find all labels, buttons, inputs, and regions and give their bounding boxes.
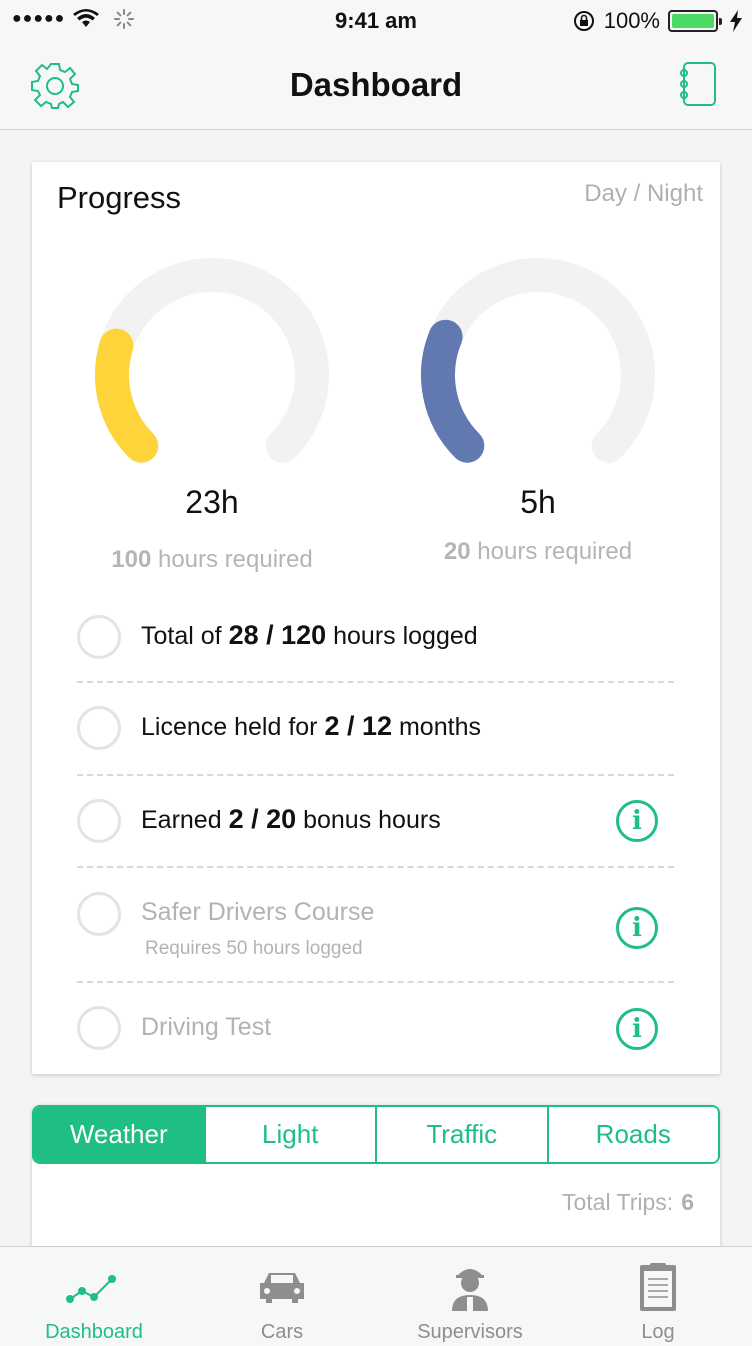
total-trips-value: 6 [681,1189,694,1215]
supervisor-icon [452,1269,488,1311]
tab-bar: Dashboard Cars Supervisors Log [0,1246,752,1346]
tab-label: Supervisors [417,1321,523,1343]
charging-bolt-icon [730,10,742,32]
progress-card: Progress Day / Night 23h 5h 100 hours re… [32,162,720,1074]
day-night-toggle[interactable]: Day / Night [584,180,703,208]
night-hours-value: 5h [520,484,556,520]
status-right: 100% [572,8,742,34]
clipboard-icon [640,1263,676,1311]
page-title: Dashboard [289,66,463,103]
night-hours-gauge [421,258,655,463]
gauge-progress [421,319,485,463]
rotation-lock-icon [573,11,594,31]
tab-cars[interactable]: Cars [188,1247,376,1346]
tab-log[interactable]: Log [564,1247,752,1346]
checklist-text: Earned 2 / 20 bonus hours [141,804,441,834]
status-bar: ●●●●● 9:41 am 100% [0,0,752,40]
total-trips-label: Total Trips: [561,1189,674,1215]
night-hours-required: 20 hours required [408,538,668,566]
navigation-bar: Dashboard [0,40,752,130]
segment-weather[interactable]: Weather [34,1107,204,1162]
gauge-progress [95,328,159,463]
tab-supervisors[interactable]: Supervisors [376,1247,564,1346]
segment-traffic[interactable]: Traffic [375,1107,547,1162]
day-hours-gauge [95,258,329,463]
tab-label: Log [641,1321,675,1343]
checkbox-circle[interactable] [77,892,121,936]
night-required-number: 20 [443,538,471,565]
checklist-text: Licence held for 2 / 12 months [141,711,481,741]
total-trips: Total Trips: 6 [562,1189,694,1216]
checkbox-circle[interactable] [77,1006,121,1050]
info-icon[interactable]: i [616,1008,658,1050]
info-icon[interactable]: i [616,907,658,949]
progress-title: Progress [57,180,182,215]
checklist-item-bonus-hours: Earned 2 / 20 bonus hours i [77,776,674,868]
checklist-text: Safer Drivers Course [141,898,375,926]
night-required-text: hours required [477,538,633,565]
tab-dashboard[interactable]: Dashboard [0,1247,188,1346]
battery-percent: 100% [603,8,660,33]
checkbox-circle[interactable] [77,799,121,843]
checklist-text: Total of 28 / 120 hours logged [141,620,478,650]
checklist-item-driving-test: Driving Test i [77,983,674,1063]
battery-icon [668,10,722,32]
car-icon [260,1273,304,1303]
day-hours-required: 100 hours required [82,546,342,574]
checkbox-circle[interactable] [77,706,121,750]
notebook-icon [680,62,716,106]
segmented-control: Weather Light Traffic Roads [32,1105,720,1164]
checklist-subtext: Requires 50 hours logged [145,938,363,959]
day-required-number: 100 [111,546,152,573]
tab-label: Dashboard [45,1321,143,1343]
checklist-item-licence-held: Licence held for 2 / 12 months [77,683,674,776]
checklist-item-safer-drivers: Safer Drivers Course Requires 50 hours l… [77,868,674,983]
segment-roads[interactable]: Roads [546,1107,718,1162]
day-required-text: hours required [157,546,313,573]
line-chart-icon [66,1275,116,1303]
day-hours-value: 23h [185,484,239,520]
checklist-text: Driving Test [141,1013,272,1041]
stats-card: Weather Light Traffic Roads Total Trips:… [32,1105,720,1265]
logbook-button[interactable] [678,60,718,110]
checkbox-circle[interactable] [77,615,121,659]
checklist-item-total-hours: Total of 28 / 120 hours logged [77,602,674,683]
info-icon[interactable]: i [616,800,658,842]
tab-label: Cars [260,1321,304,1343]
segment-light[interactable]: Light [203,1107,375,1162]
